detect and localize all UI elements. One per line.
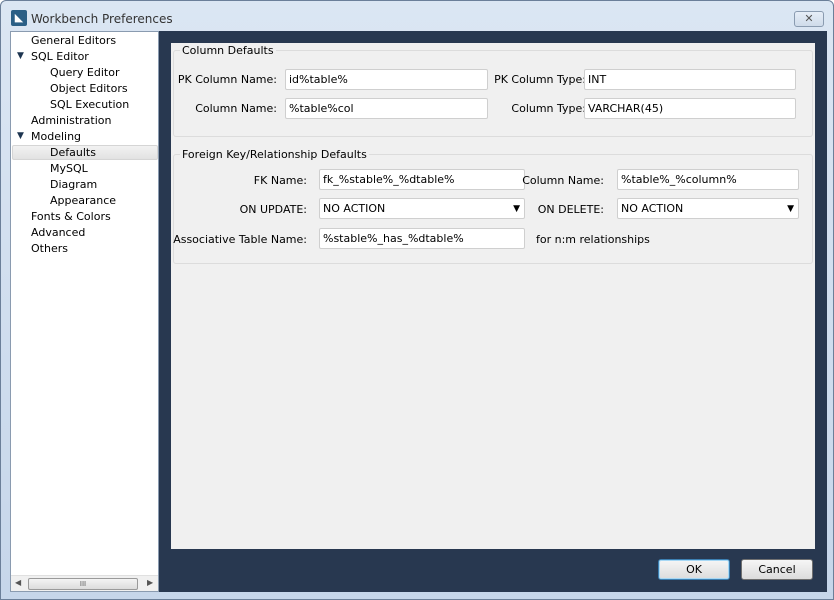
fk-name-label: FK Name: — [253, 174, 307, 187]
tree-item-query-editor[interactable]: Query Editor — [50, 65, 119, 81]
column-name-label: Column Name: — [195, 102, 277, 115]
nm-relationships-note: for n:m relationships — [536, 233, 650, 246]
group-title: Column Defaults — [180, 44, 276, 57]
preferences-tree: General Editors ▼ SQL Editor Query Edito… — [10, 31, 159, 592]
pk-column-type-label: PK Column Type: — [494, 73, 586, 86]
tree-item-defaults[interactable]: Defaults — [50, 145, 96, 161]
scrollbar-thumb[interactable]: III — [28, 578, 138, 590]
associative-table-label: Associative Table Name: — [173, 233, 307, 246]
column-type-label: Column Type: — [511, 102, 586, 115]
tree-item-sql-execution[interactable]: SQL Execution — [50, 97, 129, 113]
tree-item-modeling[interactable]: Modeling — [31, 129, 81, 145]
on-update-value: NO ACTION — [323, 202, 386, 215]
preferences-window: ◣ Workbench Preferences ✕ General Editor… — [0, 0, 834, 600]
on-update-label: ON UPDATE: — [239, 203, 307, 216]
column-name-input[interactable]: %table%col — [285, 98, 488, 119]
dropdown-arrow-icon[interactable]: ▼ — [513, 202, 520, 217]
scroll-right-icon[interactable]: ▶ — [147, 578, 153, 587]
ok-button[interactable]: OK — [658, 559, 730, 580]
column-type-input[interactable]: VARCHAR(45) — [584, 98, 796, 119]
tree-item-general-editors[interactable]: General Editors — [31, 33, 116, 49]
close-button[interactable]: ✕ — [794, 11, 824, 27]
defaults-page: Column Defaults PK Column Name: id%table… — [171, 43, 815, 549]
pk-column-name-label: PK Column Name: — [177, 73, 277, 86]
associative-table-input[interactable]: %stable%_has_%dtable% — [319, 228, 525, 249]
tree-item-appearance[interactable]: Appearance — [50, 193, 116, 209]
tree-item-others[interactable]: Others — [31, 241, 68, 257]
horizontal-scrollbar[interactable]: ◀ III ▶ — [11, 575, 158, 591]
tree-item-fonts-colors[interactable]: Fonts & Colors — [31, 209, 111, 225]
expanded-triangle-icon[interactable]: ▼ — [17, 131, 24, 141]
fk-column-name-label: Column Name: — [522, 174, 604, 187]
cancel-button[interactable]: Cancel — [741, 559, 813, 580]
workbench-app-icon: ◣ — [11, 10, 27, 26]
tree-item-sql-editor[interactable]: SQL Editor — [31, 49, 89, 65]
on-update-select[interactable]: NO ACTION ▼ — [319, 198, 525, 219]
dropdown-arrow-icon[interactable]: ▼ — [787, 202, 794, 217]
fk-name-input[interactable]: fk_%stable%_%dtable% — [319, 169, 525, 190]
group-title: Foreign Key/Relationship Defaults — [180, 148, 369, 161]
tree-item-diagram[interactable]: Diagram — [50, 177, 97, 193]
on-delete-label: ON DELETE: — [537, 203, 604, 216]
tree-item-administration[interactable]: Administration — [31, 113, 112, 129]
on-delete-value: NO ACTION — [621, 202, 684, 215]
fk-column-name-input[interactable]: %table%_%column% — [617, 169, 799, 190]
tree-item-mysql[interactable]: MySQL — [50, 161, 88, 177]
window-title: Workbench Preferences — [31, 12, 173, 26]
on-delete-select[interactable]: NO ACTION ▼ — [617, 198, 799, 219]
pk-column-type-input[interactable]: INT — [584, 69, 796, 90]
scroll-left-icon[interactable]: ◀ — [15, 578, 21, 587]
pk-column-name-input[interactable]: id%table% — [285, 69, 488, 90]
tree-item-object-editors[interactable]: Object Editors — [50, 81, 128, 97]
column-defaults-group: Column Defaults — [173, 44, 813, 137]
tree-item-advanced[interactable]: Advanced — [31, 225, 85, 241]
expanded-triangle-icon[interactable]: ▼ — [17, 51, 24, 61]
